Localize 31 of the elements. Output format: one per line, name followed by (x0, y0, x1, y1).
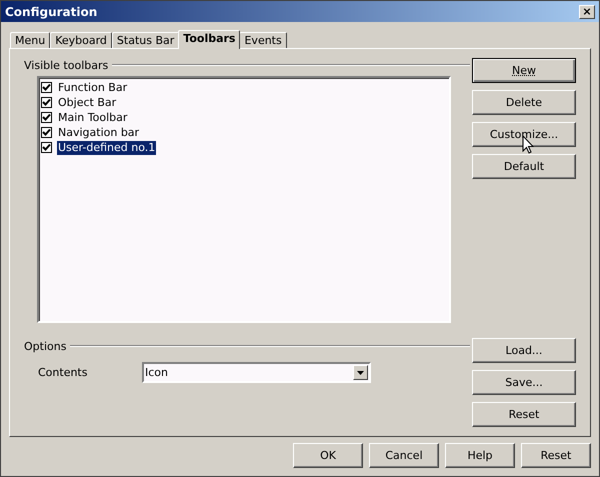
button[interactable]: Reset (472, 402, 576, 427)
button[interactable]: OK (293, 443, 363, 468)
group-heading: Options (24, 340, 68, 352)
list-item[interactable]: Object Bar (57, 96, 118, 110)
button[interactable]: Save... (472, 370, 576, 395)
checkbox[interactable] (41, 97, 52, 108)
button[interactable]: Cancel (369, 443, 439, 468)
tab[interactable]: Toolbars (178, 30, 240, 49)
button[interactable]: Reset (521, 443, 591, 468)
button[interactable]: New (472, 58, 576, 83)
button[interactable]: Load... (472, 338, 576, 363)
tab[interactable]: Keyboard (50, 32, 112, 48)
tab[interactable]: Events (239, 32, 287, 48)
checkbox[interactable] (41, 82, 52, 93)
checkbox[interactable] (41, 142, 52, 153)
window-title: Configuration (5, 4, 98, 18)
contents-dropdown[interactable]: Icon (142, 362, 371, 383)
checkbox[interactable] (41, 127, 52, 138)
list-item[interactable]: Function Bar (57, 80, 128, 94)
button[interactable]: Default (472, 154, 576, 179)
button[interactable]: Help (445, 443, 515, 468)
checkbox[interactable] (41, 112, 52, 123)
field-label: Contents (38, 366, 88, 379)
close-button[interactable]: × (579, 4, 595, 18)
button[interactable]: Customize... (472, 122, 576, 147)
tab[interactable]: Menu (10, 32, 50, 48)
list-item[interactable]: Navigation bar (57, 126, 140, 140)
list-item[interactable]: User-defined no.1 (57, 140, 156, 154)
button[interactable]: Delete (472, 90, 576, 115)
list-item[interactable]: Main Toolbar (57, 110, 128, 124)
group-heading: Visible toolbars (24, 58, 110, 72)
